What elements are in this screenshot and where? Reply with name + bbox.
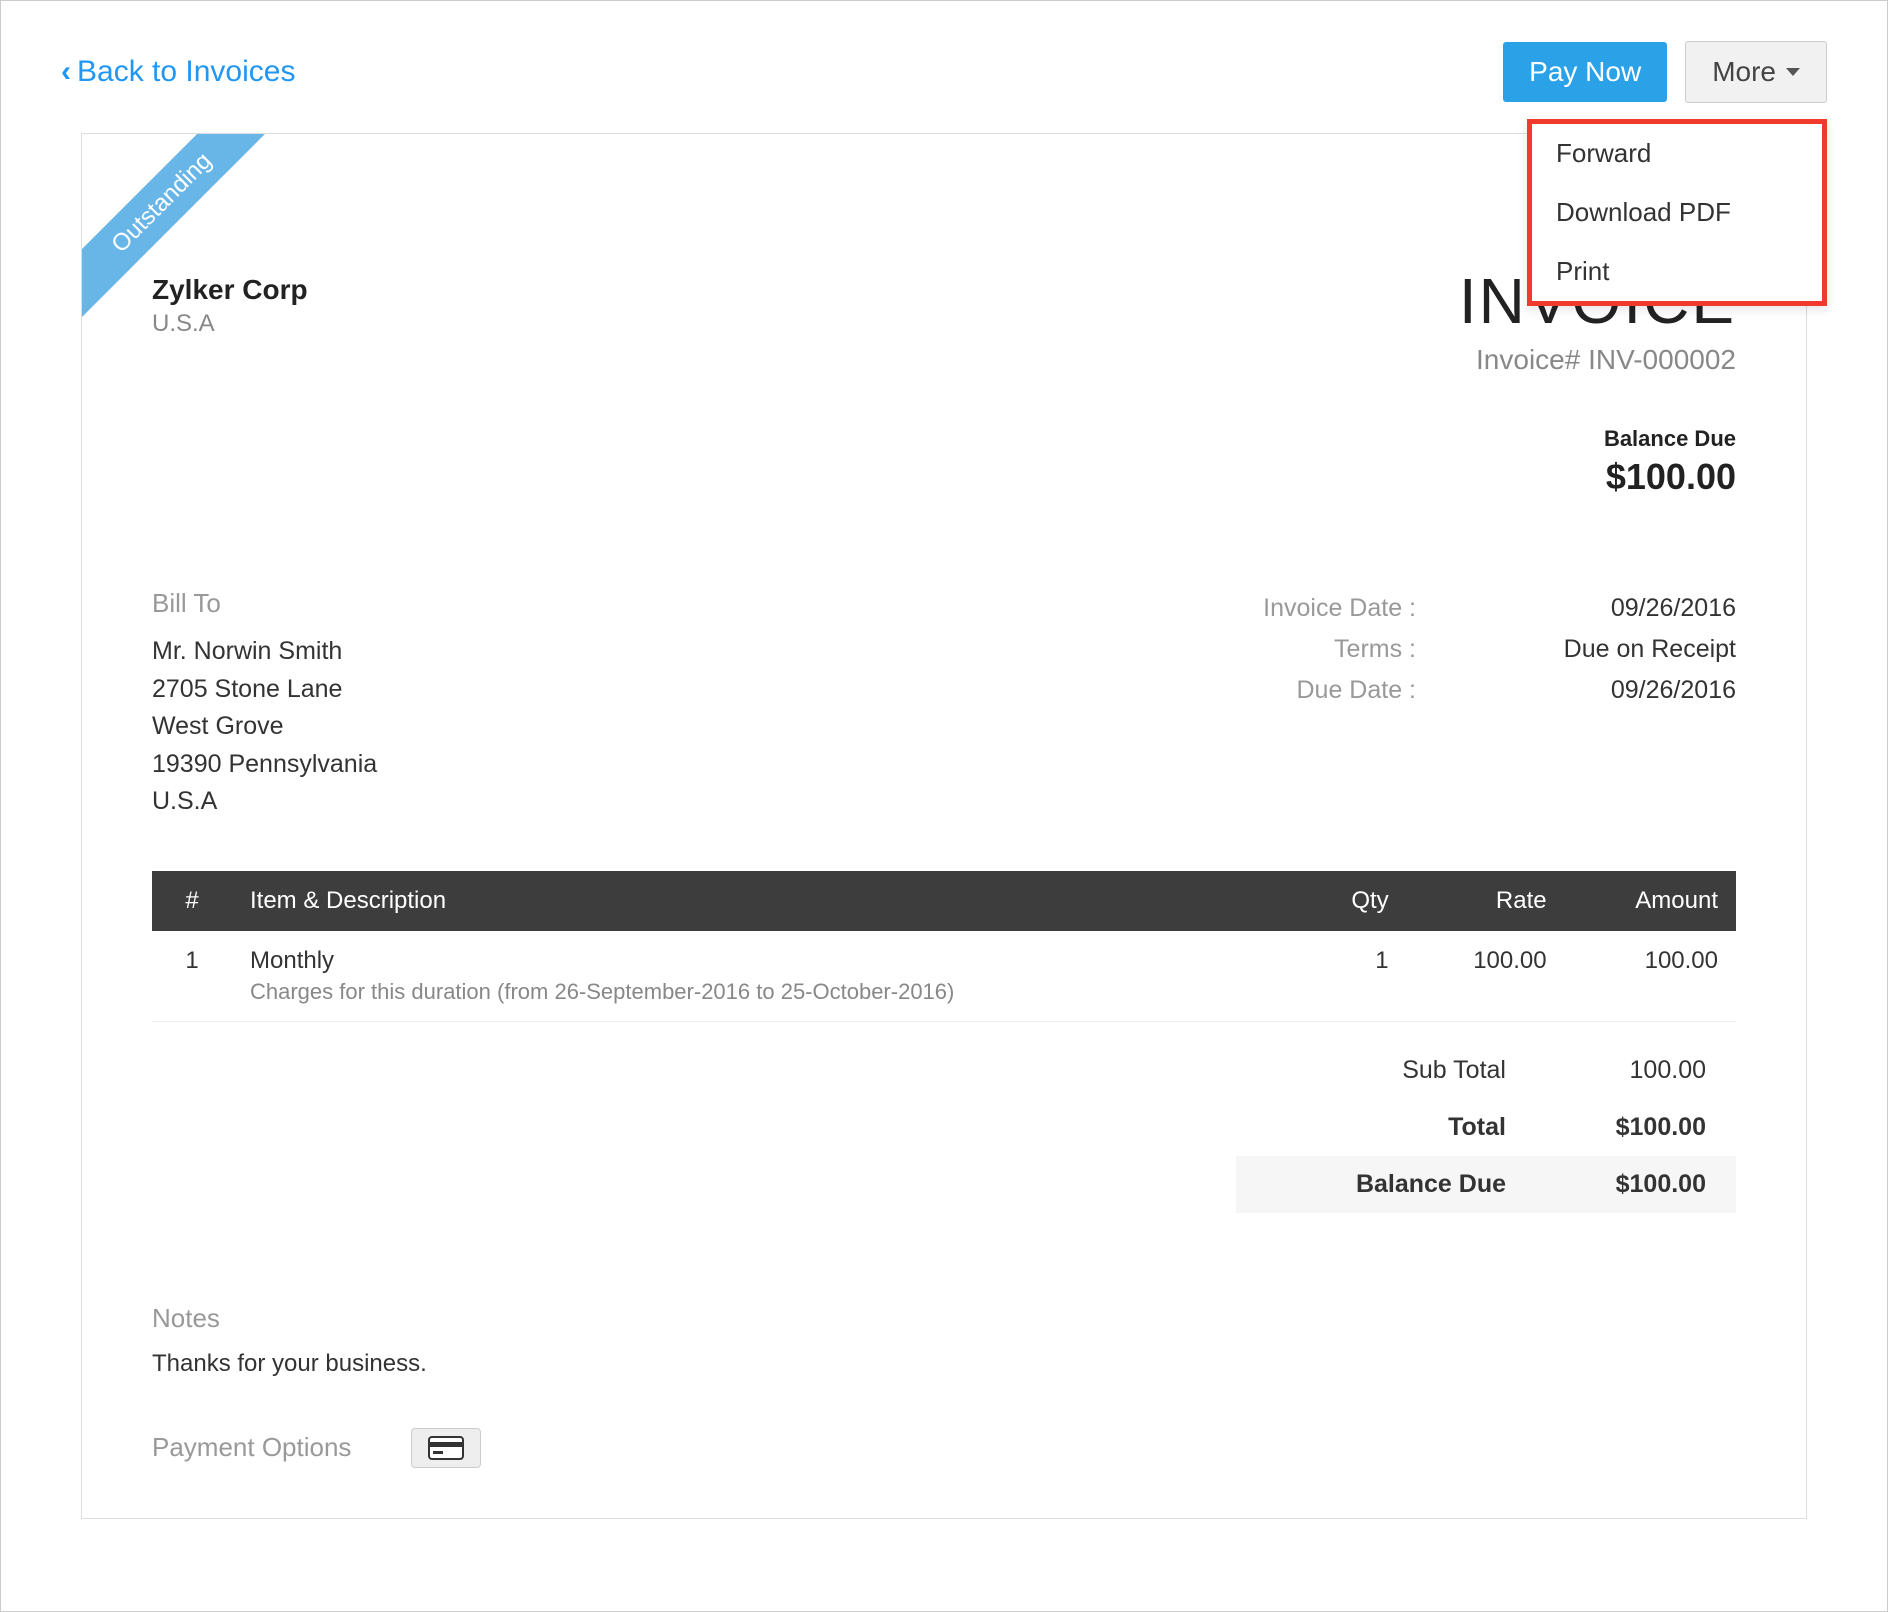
notes-label: Notes	[152, 1303, 1736, 1334]
company-name: Zylker Corp	[152, 274, 308, 306]
balance-due-label: Balance Due	[1236, 1156, 1536, 1213]
subtotal-value: 100.00	[1536, 1042, 1736, 1099]
due-date-value: 09/26/2016	[1506, 670, 1736, 711]
payment-options-label: Payment Options	[152, 1432, 351, 1463]
bill-to-label: Bill To	[152, 588, 377, 619]
totals-table: Sub Total 100.00 Total $100.00 Balance D…	[1236, 1042, 1736, 1213]
line-items-table: # Item & Description Qty Rate Amount 1 M…	[152, 871, 1736, 1022]
due-date-label: Due Date :	[1263, 670, 1506, 711]
row-num: 1	[152, 931, 232, 1022]
pay-now-label: Pay Now	[1529, 56, 1641, 87]
col-amount: Amount	[1565, 871, 1736, 931]
bill-to-country: U.S.A	[152, 783, 377, 821]
menu-item-download-pdf[interactable]: Download PDF	[1532, 183, 1822, 242]
more-label: More	[1712, 56, 1776, 88]
menu-item-print[interactable]: Print	[1532, 242, 1822, 301]
back-to-invoices-link[interactable]: ‹ Back to Invoices	[61, 55, 295, 89]
invoice-date-label: Invoice Date :	[1263, 588, 1506, 629]
balance-due-value: $100.00	[1536, 1156, 1736, 1213]
bill-to-line3: 19390 Pennsylvania	[152, 746, 377, 784]
col-item: Item & Description	[232, 871, 1301, 931]
bill-to-line1: 2705 Stone Lane	[152, 671, 377, 709]
item-desc: Charges for this duration (from 26-Septe…	[250, 979, 1283, 1005]
row-item: Monthly Charges for this duration (from …	[232, 931, 1301, 1022]
invoice-sheet: Outstanding Zylker Corp U.S.A INVOICE In…	[81, 133, 1807, 1519]
row-qty: 1	[1301, 931, 1407, 1022]
row-rate: 100.00	[1407, 931, 1565, 1022]
chevron-left-icon: ‹	[61, 55, 71, 89]
col-rate: Rate	[1407, 871, 1565, 931]
credit-card-icon[interactable]	[411, 1428, 481, 1468]
invoice-date-value: 09/26/2016	[1506, 588, 1736, 629]
caret-down-icon	[1786, 68, 1800, 76]
bill-to-line2: West Grove	[152, 708, 377, 746]
company-country: U.S.A	[152, 310, 308, 338]
pay-now-button[interactable]: Pay Now	[1503, 42, 1667, 102]
terms-value: Due on Receipt	[1506, 629, 1736, 670]
item-name: Monthly	[250, 947, 1283, 975]
back-link-label: Back to Invoices	[77, 55, 295, 89]
invoice-dates: Invoice Date : 09/26/2016 Terms : Due on…	[1263, 588, 1736, 711]
col-qty: Qty	[1301, 871, 1407, 931]
col-num: #	[152, 871, 232, 931]
balance-due-value-top: $100.00	[152, 456, 1736, 498]
bill-to-name: Mr. Norwin Smith	[152, 633, 377, 671]
subtotal-label: Sub Total	[1236, 1042, 1536, 1099]
menu-item-forward[interactable]: Forward	[1532, 124, 1822, 183]
balance-due-label-top: Balance Due	[152, 426, 1736, 452]
row-amount: 100.00	[1565, 931, 1736, 1022]
more-dropdown: Forward Download PDF Print	[1527, 119, 1827, 306]
bill-to-block: Bill To Mr. Norwin Smith 2705 Stone Lane…	[152, 588, 377, 821]
total-value: $100.00	[1536, 1099, 1736, 1156]
total-label: Total	[1236, 1099, 1536, 1156]
notes-block: Notes Thanks for your business.	[152, 1303, 1736, 1378]
invoice-number: Invoice# INV-000002	[1459, 344, 1736, 376]
payment-options-block: Payment Options	[152, 1428, 1736, 1468]
terms-label: Terms :	[1263, 629, 1506, 670]
notes-body: Thanks for your business.	[152, 1350, 1736, 1378]
card-svg-icon	[428, 1436, 464, 1460]
more-button[interactable]: More	[1685, 41, 1827, 103]
table-row: 1 Monthly Charges for this duration (fro…	[152, 931, 1736, 1022]
company-block: Zylker Corp U.S.A	[152, 274, 308, 338]
